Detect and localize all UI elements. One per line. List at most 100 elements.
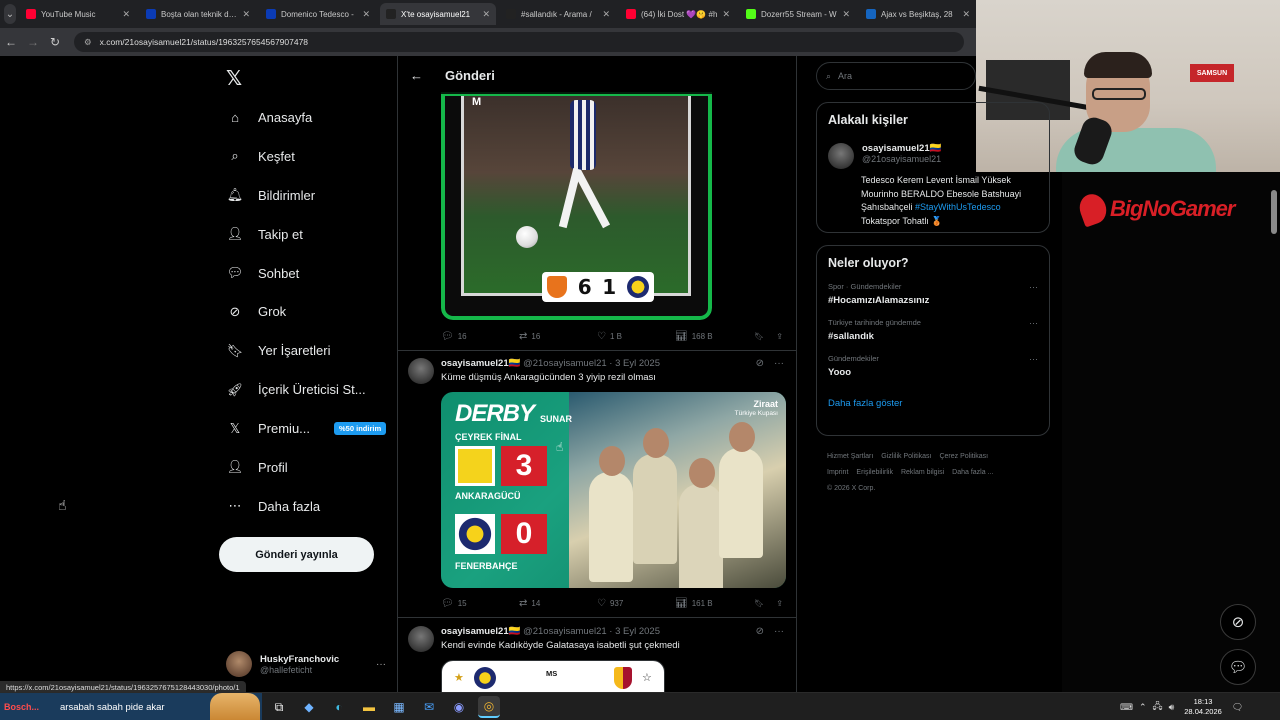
close-icon[interactable]: ✕ (722, 9, 730, 20)
related-user-name[interactable]: osayisamuel21🇨🇴 (862, 143, 941, 154)
post-button[interactable]: Gönderi yayınla (219, 537, 374, 572)
related-user[interactable]: osayisamuel21🇨🇴 @21osayisamuel21 (828, 143, 1038, 169)
browser-tab[interactable]: #sallandık - Arama / ✕ (500, 3, 616, 25)
footer-link[interactable]: Daha fazla ... (952, 469, 993, 476)
share-icon[interactable]: ⇪ (776, 599, 783, 608)
site-info-icon[interactable]: ⚙ (84, 37, 92, 48)
trend-item[interactable]: Spor · Gündemdekiler #HocamızıAlamazsınız… (828, 282, 1038, 306)
views-button[interactable]: 📊︎ 168 B (675, 331, 753, 342)
url-input[interactable]: ⚙ x.com/21osayisamuel21/status/196325765… (74, 32, 964, 52)
trend-item[interactable]: Gündemdekiler Yooo ··· (828, 354, 1038, 378)
avatar[interactable] (408, 626, 434, 652)
close-icon[interactable]: ✕ (962, 9, 970, 20)
repost-button[interactable]: ⇄ 14 (519, 598, 597, 609)
nav-item-sohbet[interactable]: 💬︎ Sohbet (226, 254, 386, 293)
like-button[interactable]: ♡ 1 B (597, 331, 675, 342)
keyboard-icon[interactable]: ⌨ (1120, 702, 1133, 713)
post-author-handle[interactable]: @21osayisamuel21 · 3 Eyl 2025 (523, 358, 660, 369)
nav-item-daha-fazla[interactable]: ⋯ Daha fazla (226, 487, 386, 526)
discord-icon[interactable]: ◉ (448, 696, 470, 718)
chrome-icon[interactable]: ◎ (478, 696, 500, 718)
nav-item-bildirimler[interactable]: 🔔︎ Bildirimler (226, 176, 386, 215)
volume-icon[interactable]: 🔊︎ (1169, 702, 1175, 713)
close-icon[interactable]: ✕ (602, 9, 610, 20)
reply-button[interactable]: 💬︎ 16 (441, 331, 519, 342)
x-logo-icon[interactable]: 𝕏 (226, 66, 242, 91)
grok-fab-button[interactable]: ⊘ (1220, 604, 1256, 640)
footer-link[interactable]: © 2026 X Corp. (827, 485, 875, 492)
bookmark-icon[interactable]: 🔖︎ (754, 599, 764, 608)
post-author-name[interactable]: osayisamuel21🇨🇴 (441, 626, 520, 637)
back-arrow-icon[interactable]: ← (410, 68, 423, 83)
hashtag-link[interactable]: #StayWithUsTedesco (915, 202, 1001, 212)
repost-button[interactable]: ⇄ 16 (519, 331, 597, 342)
search-input[interactable]: ⌕ Ara (816, 62, 976, 90)
task-view-icon[interactable]: ⧉ (268, 696, 290, 718)
nav-item-premiu[interactable]: 𝕏 Premiu... %50 indirim (226, 409, 387, 448)
back-icon[interactable]: ← (0, 35, 22, 49)
more-icon[interactable]: ··· (376, 659, 386, 670)
close-icon[interactable]: ✕ (242, 9, 250, 20)
browser-tab[interactable]: X'te osayisamuel21 ✕ (380, 3, 496, 25)
post-author-handle[interactable]: @21osayisamuel21 · 3 Eyl 2025 (523, 626, 660, 637)
post-author-name[interactable]: osayisamuel21🇨🇴 (441, 358, 520, 369)
browser-tab[interactable]: (64) İki Dost 💜🤫 #h ✕ (620, 3, 736, 25)
close-icon[interactable]: ✕ (482, 9, 490, 20)
nav-item-i-çerik-üreticisi-st[interactable]: 🚀︎ İçerik Üreticisi St... (226, 370, 386, 409)
browser-tab[interactable]: Boşta olan teknik dire ✕ (140, 3, 256, 25)
nav-item-profil[interactable]: 👤︎ Profil (226, 448, 386, 487)
store-icon[interactable]: ▦ (388, 696, 410, 718)
edge-icon[interactable]: ◐ (328, 696, 350, 718)
post3-image[interactable]: ★ MS ☆ (441, 660, 665, 696)
footer-link[interactable]: Hizmet Şartları (827, 453, 873, 460)
app-icon[interactable]: ◆ (298, 696, 320, 718)
tray-chevron-icon[interactable]: ⌃ (1139, 702, 1147, 713)
avatar[interactable] (828, 143, 854, 169)
nav-item-grok[interactable]: ⊘ Grok (226, 292, 386, 331)
close-icon[interactable]: ✕ (842, 9, 850, 20)
show-more-link[interactable]: Daha fazla göster (828, 398, 1038, 409)
post1-image[interactable]: M 6 1 (441, 92, 712, 320)
file-explorer-icon[interactable]: ▬ (358, 696, 380, 718)
share-icon[interactable]: ⇪ (776, 332, 783, 341)
browser-tab[interactable]: Ajax vs Beşiktaş, 28 ✕ (860, 3, 976, 25)
footer-link[interactable]: Çerez Politikası (939, 453, 988, 460)
forward-icon[interactable]: → (22, 35, 44, 49)
like-button[interactable]: ♡ 937 (597, 598, 675, 609)
nav-item-yer-i-şaretleri[interactable]: 🔖︎ Yer İşaretleri (226, 331, 386, 370)
more-icon[interactable]: ··· (774, 358, 784, 369)
reload-icon[interactable]: ↻ (44, 35, 66, 49)
clock[interactable]: 18:13 28.04.2026 (1184, 697, 1222, 717)
nav-item-keşfet[interactable]: ⌕ Keşfet (226, 137, 386, 176)
notifications-icon[interactable]: 🗨︎ (1232, 702, 1243, 713)
bookmark-icon[interactable]: 🔖︎ (754, 332, 764, 341)
more-icon[interactable]: ··· (1029, 318, 1038, 328)
network-icon[interactable]: 🖧︎ (1153, 699, 1163, 715)
trend-item[interactable]: Türkiye tarihinde gündemde #sallandık ··· (828, 318, 1038, 342)
browser-tab[interactable]: Dozerr55 Stream - W ✕ (740, 3, 856, 25)
footer-link[interactable]: Gizlilik Politikası (881, 453, 931, 460)
reply-button[interactable]: 💬︎ 15 (441, 598, 519, 609)
mail-icon[interactable]: ✉ (418, 696, 440, 718)
close-icon[interactable]: ✕ (362, 9, 370, 20)
account-switcher[interactable]: HuskyFranchovic @hallefeticht ··· (226, 648, 386, 680)
page-scrollbar[interactable] (1270, 176, 1278, 692)
browser-tab[interactable]: Domenico Tedesco - ✕ (260, 3, 376, 25)
avatar[interactable] (408, 358, 434, 384)
grok-icon[interactable]: ⊘ (756, 626, 764, 637)
views-button[interactable]: 📊︎ 161 B (675, 598, 753, 609)
footer-link[interactable]: Imprint (827, 469, 848, 476)
more-icon[interactable]: ··· (1029, 354, 1038, 364)
grok-icon[interactable]: ⊘ (756, 358, 764, 369)
more-icon[interactable]: ··· (774, 626, 784, 637)
scrollbar-thumb[interactable] (1271, 190, 1277, 234)
tab-search-button[interactable]: ⌄ (4, 4, 16, 24)
footer-link[interactable]: Erişilebilirlik (856, 469, 893, 476)
messages-fab-button[interactable]: 💬︎ (1220, 649, 1256, 685)
close-icon[interactable]: ✕ (122, 9, 130, 20)
nav-item-takip-et[interactable]: 👤︎ Takip et (226, 215, 386, 254)
footer-link[interactable]: Reklam bilgisi (901, 469, 944, 476)
post2-image[interactable]: DERBY SUNAR ÇEYREK FİNAL 3 ANKARAGÜCÜ 0 … (441, 392, 786, 588)
nav-item-anasayfa[interactable]: ⌂ Anasayfa (226, 98, 386, 137)
more-icon[interactable]: ··· (1029, 282, 1038, 292)
